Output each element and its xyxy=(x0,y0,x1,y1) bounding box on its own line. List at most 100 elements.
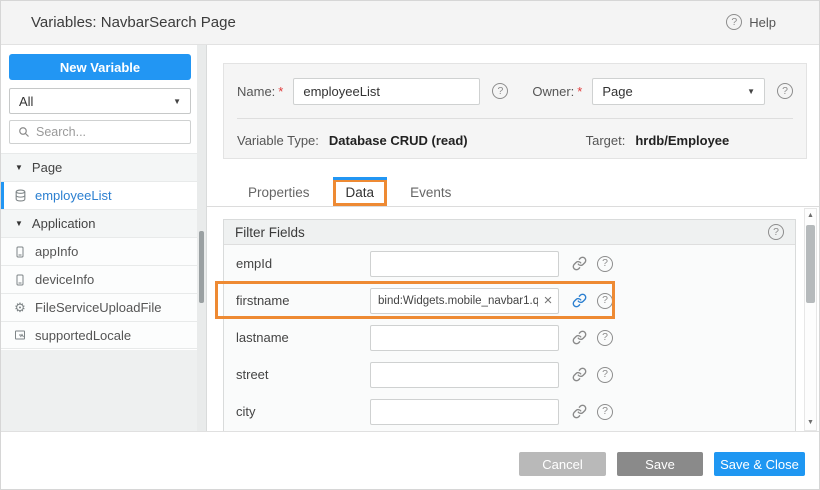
variable-filter-select[interactable]: All ▼ xyxy=(9,88,191,114)
scroll-up-icon[interactable]: ▲ xyxy=(805,211,816,221)
field-help-icon[interactable]: ? xyxy=(597,404,613,420)
help-label: Help xyxy=(749,15,776,30)
field-help-icon[interactable]: ? xyxy=(597,256,613,272)
city-input[interactable] xyxy=(370,399,559,425)
target-label: Target: xyxy=(586,133,626,148)
tree-item-appinfo[interactable]: appInfo xyxy=(1,237,198,265)
content-scrollbar-thumb[interactable] xyxy=(806,225,815,303)
owner-select[interactable]: Page ▼ xyxy=(592,78,765,105)
save-button[interactable]: Save xyxy=(617,452,703,476)
filter-row-lastname: lastname ? xyxy=(224,319,795,356)
chevron-down-icon: ▼ xyxy=(747,87,755,96)
target-value: hrdb/Employee xyxy=(635,133,729,148)
required-marker: * xyxy=(278,84,283,99)
help-button[interactable]: ? Help xyxy=(726,14,776,30)
variable-editor-main: Name:* ? Owner:* Page ▼ ? Variable Type:… xyxy=(207,45,820,431)
variable-search-box[interactable] xyxy=(9,120,191,144)
data-tab-annotation-box: Data xyxy=(333,179,388,206)
search-icon xyxy=(18,126,30,138)
locale-icon xyxy=(13,328,27,342)
cancel-button[interactable]: Cancel xyxy=(519,452,606,476)
firstname-bind-input[interactable]: bind:Widgets.mobile_navbar1.query × xyxy=(370,288,559,314)
dialog-footer: Cancel Save Save & Close xyxy=(1,431,820,490)
device-icon xyxy=(13,273,27,287)
help-question-icon: ? xyxy=(726,14,742,30)
variable-type-label: Variable Type: xyxy=(237,133,319,148)
field-help-icon[interactable]: ? xyxy=(597,293,613,309)
collapse-arrow-icon: ▼ xyxy=(15,163,23,172)
name-label: Name: xyxy=(237,84,275,99)
empid-input[interactable] xyxy=(370,251,559,277)
dialog-header: Variables: NavbarSearch Page ? Help xyxy=(1,1,820,45)
bind-expression: bind:Widgets.mobile_navbar1.query xyxy=(371,295,538,307)
device-icon xyxy=(13,245,27,259)
scroll-down-icon[interactable]: ▼ xyxy=(805,418,816,428)
panel-divider xyxy=(237,118,793,119)
tree-group-label: Application xyxy=(32,216,96,231)
filter-fields-panel: Filter Fields ? empId ? firstname bind:W… xyxy=(223,219,796,431)
name-help-icon[interactable]: ? xyxy=(492,83,508,99)
filter-row-firstname: firstname bind:Widgets.mobile_navbar1.qu… xyxy=(224,282,795,319)
field-label: firstname xyxy=(236,293,370,308)
tab-events[interactable]: Events xyxy=(396,179,465,206)
tree-group-application[interactable]: ▼ Application xyxy=(1,209,198,237)
sidebar-empty-area xyxy=(1,350,198,431)
tree-item-label: supportedLocale xyxy=(35,328,131,343)
filter-row-street: street ? xyxy=(224,356,795,393)
field-label: city xyxy=(236,404,370,419)
name-field[interactable] xyxy=(293,78,480,105)
filter-fields-help-icon[interactable]: ? xyxy=(768,224,784,240)
bind-link-icon[interactable] xyxy=(570,403,588,421)
editor-tabbar: Properties Data Events xyxy=(207,179,820,207)
tree-item-label: appInfo xyxy=(35,244,78,259)
clear-binding-icon[interactable]: × xyxy=(538,292,558,309)
bind-link-icon[interactable] xyxy=(570,255,588,273)
tree-item-supportedlocale[interactable]: supportedLocale xyxy=(1,321,198,349)
tree-item-label: deviceInfo xyxy=(35,272,94,287)
tree-group-page[interactable]: ▼ Page xyxy=(1,153,198,181)
service-gear-icon: ⚙ xyxy=(13,301,27,315)
bind-link-icon[interactable] xyxy=(570,329,588,347)
variable-type-value: Database CRUD (read) xyxy=(329,133,468,148)
sidebar-scrollbar-thumb[interactable] xyxy=(199,231,204,303)
owner-value: Page xyxy=(602,84,747,99)
database-icon xyxy=(13,189,27,203)
street-input[interactable] xyxy=(370,362,559,388)
tree-item-employeelist[interactable]: employeeList xyxy=(1,181,198,209)
sidebar-scrollbar[interactable] xyxy=(197,45,206,431)
owner-label: Owner: xyxy=(532,84,574,99)
save-and-close-button[interactable]: Save & Close xyxy=(714,452,805,476)
chevron-down-icon: ▼ xyxy=(173,97,181,106)
bind-link-icon-active[interactable] xyxy=(570,292,588,310)
field-help-icon[interactable]: ? xyxy=(597,330,613,346)
filter-row-city: city ? xyxy=(224,393,795,430)
filter-fields-header: Filter Fields ? xyxy=(224,220,795,245)
page-title: Variables: NavbarSearch Page xyxy=(31,14,236,31)
tree-group-label: Page xyxy=(32,160,62,175)
field-label: lastname xyxy=(236,330,370,345)
collapse-arrow-icon: ▼ xyxy=(15,219,23,228)
filter-fields-title: Filter Fields xyxy=(235,225,768,240)
tab-properties[interactable]: Properties xyxy=(234,179,324,206)
tree-item-deviceinfo[interactable]: deviceInfo xyxy=(1,265,198,293)
required-marker: * xyxy=(577,84,582,99)
filter-row-empid: empId ? xyxy=(224,245,795,282)
tree-item-label: employeeList xyxy=(35,188,112,203)
lastname-input[interactable] xyxy=(370,325,559,351)
variable-filter-value: All xyxy=(19,94,173,109)
field-label: empId xyxy=(236,256,370,271)
tree-item-label: FileServiceUploadFile xyxy=(35,300,161,315)
owner-help-icon[interactable]: ? xyxy=(777,83,793,99)
tree-item-fileserviceuploadfile[interactable]: ⚙ FileServiceUploadFile xyxy=(1,293,198,321)
new-variable-button[interactable]: New Variable xyxy=(9,54,191,80)
variables-tree: ▼ Page employeeList ▼ Application appInf… xyxy=(1,153,198,349)
tab-data[interactable]: Data xyxy=(336,182,385,203)
field-help-icon[interactable]: ? xyxy=(597,367,613,383)
search-input[interactable] xyxy=(36,125,182,139)
variables-dialog: Variables: NavbarSearch Page ? Help New … xyxy=(0,0,820,490)
variable-summary-panel: Name:* ? Owner:* Page ▼ ? Variable Type:… xyxy=(223,63,807,159)
bind-link-icon[interactable] xyxy=(570,366,588,384)
field-label: street xyxy=(236,367,370,382)
variables-sidebar: New Variable All ▼ ▼ Page employeeList xyxy=(1,45,207,431)
content-scrollbar[interactable]: ▲ ▼ xyxy=(804,208,817,431)
